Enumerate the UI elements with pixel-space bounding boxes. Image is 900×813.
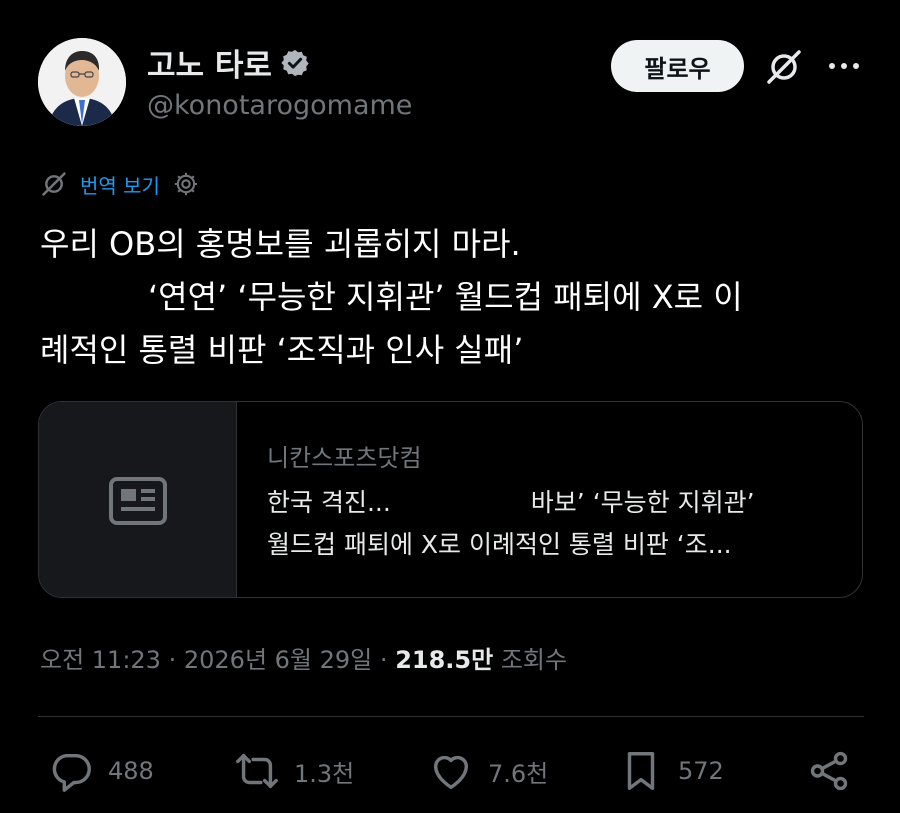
share-button[interactable] [806,746,852,796]
link-card-title-line: 월드컵 패퇴에 X로 이례적인 통렬 비판 ‘조... [267,530,732,559]
heart-icon [433,755,469,790]
repost-button[interactable]: 1.3천 [234,746,354,796]
repost-icon [236,753,278,789]
grok-icon [42,172,66,196]
link-card-domain: 니칸스포츠닷컴 [267,444,422,472]
divider [38,716,864,717]
bookmark-button[interactable]: 572 [618,746,724,796]
share-icon [810,751,848,791]
newspaper-icon [108,476,167,525]
gear-icon[interactable] [172,170,200,198]
tweet-text-line: 우리 OB의 홍명보를 괴롭히지 마라. [40,225,521,263]
bookmark-count: 572 [678,757,724,785]
tweet-text-fragment: ‘연연’ ‘무능한 지휘관’ 월드컵 패퇴에 X로 이 [148,278,743,316]
link-card-title-fragment: 바보’ ‘무능한 지휘관’ [530,488,755,517]
grok-button[interactable] [764,47,804,87]
link-card-title-line: 한국 격진... 바보’ ‘무능한 지휘관’ [267,482,847,524]
link-card-title-fragment: 한국 격진... [267,488,391,517]
bookmark-icon [627,752,655,790]
like-count: 7.6천 [488,759,549,788]
repost-count: 1.3천 [294,759,355,788]
views-count: 218.5만 [395,646,494,674]
meta-separator: · [168,646,177,674]
tweet-time[interactable]: 오전 11:23 [40,646,161,674]
tweet-meta: 오전 11:23 · 2026년 6월 29일 · 218.5만 조회수 [40,640,567,675]
reply-button[interactable]: 488 [48,746,154,796]
translate-row: 번역 보기 [40,167,200,201]
link-card-title: 한국 격진... 바보’ ‘무능한 지휘관’ 월드컵 패퇴에 X로 이례적인 통렬… [267,482,847,566]
tweet-text: 우리 OB의 홍명보를 괴롭히지 마라. ‘연연’ ‘무능한 지휘관’ 월드컵 … [40,218,870,377]
reply-count: 488 [108,757,154,785]
translate-link[interactable]: 번역 보기 [80,170,160,199]
more-options-button[interactable] [824,52,864,80]
reply-icon [52,753,91,792]
grok-icon [767,50,801,84]
author-display-name[interactable]: 고노 타로 [147,40,272,85]
link-card[interactable]: 니칸스포츠닷컴 한국 격진... 바보’ ‘무능한 지휘관’ 월드컵 패퇴에 X로… [38,401,863,598]
avatar[interactable] [38,38,126,126]
author-display-name-row[interactable]: 고노 타로 [147,40,310,85]
author-handle[interactable]: @konotarogomame [147,90,412,121]
like-button[interactable]: 7.6천 [428,746,548,796]
more-icon [829,63,859,69]
link-card-thumbnail [39,402,237,597]
follow-button[interactable]: 팔로우 [611,40,744,92]
avatar-portrait [38,38,126,126]
verified-badge-icon [281,49,309,76]
meta-separator: · [379,646,388,674]
tweet-text-line: ‘연연’ ‘무능한 지휘관’ 월드컵 패퇴에 X로 이 [40,271,870,324]
tweet-text-line: 례적인 통렬 비판 ‘조직과 인사 실패’ [40,331,524,369]
tweet-date[interactable]: 2026년 6월 29일 [184,646,372,674]
views-label: 조회수 [500,646,568,674]
